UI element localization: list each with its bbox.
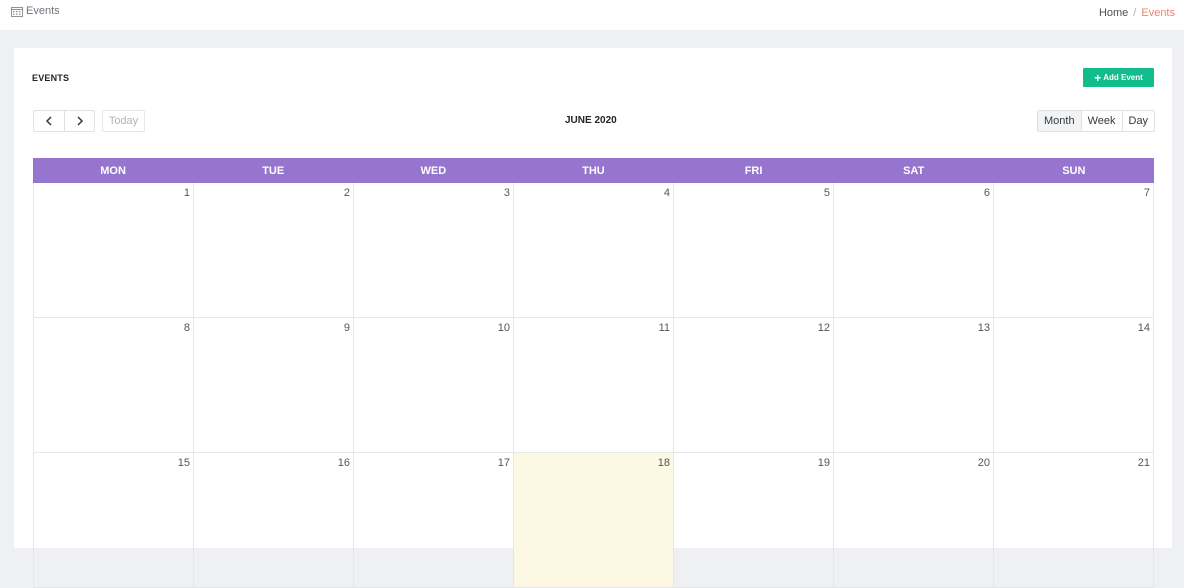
day-cell[interactable]: 15	[34, 453, 194, 588]
day-cell[interactable]: 13	[834, 318, 994, 453]
day-cell[interactable]: 6	[834, 183, 994, 318]
view-week-button[interactable]: Week	[1080, 111, 1122, 131]
day-number[interactable]: 5	[824, 187, 830, 199]
day-cell[interactable]: 20	[834, 453, 994, 588]
card-title: EVENTS	[32, 73, 70, 83]
day-number[interactable]: 8	[184, 322, 190, 334]
breadcrumb: Home / Events	[1099, 7, 1175, 19]
weekday-sun: SUN	[1062, 164, 1086, 177]
day-cell[interactable]: 10	[354, 318, 514, 453]
day-number[interactable]: 1	[184, 187, 190, 199]
events-card: EVENTS + Add Event Today JUNE 2020 Month…	[14, 48, 1172, 588]
day-number[interactable]: 12	[818, 322, 830, 334]
day-cell[interactable]: 9	[194, 318, 354, 453]
day-number[interactable]: 9	[344, 322, 350, 334]
day-cell[interactable]: 1	[34, 183, 194, 318]
day-cell[interactable]: 16	[194, 453, 354, 588]
weekday-sat: SAT	[903, 164, 925, 177]
today-day-cell[interactable]: 18	[514, 453, 674, 588]
day-cell[interactable]: 14	[994, 318, 1154, 453]
day-number[interactable]: 3	[504, 187, 510, 199]
weekday-thu: THU	[582, 164, 605, 177]
view-month-button[interactable]: Month	[1038, 111, 1081, 131]
calendar-title: JUNE 2020	[565, 115, 617, 126]
weekday-mon: MON	[100, 164, 126, 177]
page-heading: Events	[11, 5, 60, 17]
day-cell[interactable]: 5	[674, 183, 834, 318]
day-number[interactable]: 16	[338, 457, 350, 469]
add-event-label: Add Event	[1103, 73, 1143, 82]
breadcrumb-home[interactable]: Home	[1099, 7, 1128, 19]
day-cell[interactable]: 21	[994, 453, 1154, 588]
week-row: 15 16 17 18 19 20 21	[33, 453, 1154, 588]
day-cell[interactable]: 2	[194, 183, 354, 318]
day-cell[interactable]: 19	[674, 453, 834, 588]
day-cell[interactable]: 11	[514, 318, 674, 453]
day-number[interactable]: 10	[498, 322, 510, 334]
weekday-tue: TUE	[262, 164, 285, 177]
chevron-left-icon	[45, 116, 52, 126]
day-cell[interactable]: 3	[354, 183, 514, 318]
day-number[interactable]: 19	[818, 457, 830, 469]
weekday-header: MON TUE WED THU FRI SAT SUN	[33, 158, 1154, 183]
weekday-fri: FRI	[744, 164, 763, 177]
day-number[interactable]: 17	[498, 457, 510, 469]
day-cell[interactable]: 12	[674, 318, 834, 453]
day-number[interactable]: 18	[658, 457, 670, 469]
chevron-right-icon	[76, 116, 83, 126]
day-number[interactable]: 2	[344, 187, 350, 199]
day-number[interactable]: 7	[1144, 187, 1150, 199]
day-number[interactable]: 13	[978, 322, 990, 334]
day-number[interactable]: 6	[984, 187, 990, 199]
day-number[interactable]: 4	[664, 187, 670, 199]
add-event-button[interactable]: + Add Event	[1083, 68, 1154, 87]
today-button[interactable]: Today	[102, 110, 145, 132]
day-number[interactable]: 15	[178, 457, 190, 469]
day-number[interactable]: 14	[1138, 322, 1150, 334]
top-bar: Events Home / Events	[0, 0, 1184, 30]
calendar-grid: MON TUE WED THU FRI SAT SUN 1 2 3 4 5 6 …	[33, 158, 1154, 588]
calendar-icon	[11, 6, 23, 17]
day-cell[interactable]: 4	[514, 183, 674, 318]
day-number[interactable]: 11	[659, 322, 670, 334]
calendar-nav	[33, 110, 95, 132]
breadcrumb-current: Events	[1141, 7, 1175, 19]
breadcrumb-separator: /	[1133, 7, 1137, 19]
view-day-button[interactable]: Day	[1121, 111, 1155, 131]
view-switcher: Month Week Day	[1037, 110, 1156, 132]
page-heading-label: Events	[26, 5, 60, 17]
day-cell[interactable]: 17	[354, 453, 514, 588]
day-number[interactable]: 21	[1138, 457, 1150, 469]
next-button[interactable]	[64, 111, 94, 131]
day-number[interactable]: 20	[978, 457, 990, 469]
week-row: 8 9 10 11 12 13 14	[33, 318, 1154, 453]
prev-button[interactable]	[34, 111, 64, 131]
weekday-wed: WED	[420, 164, 447, 177]
plus-icon: +	[1094, 70, 1102, 85]
week-row: 1 2 3 4 5 6 7	[33, 183, 1154, 318]
day-cell[interactable]: 7	[994, 183, 1154, 318]
day-cell[interactable]: 8	[34, 318, 194, 453]
